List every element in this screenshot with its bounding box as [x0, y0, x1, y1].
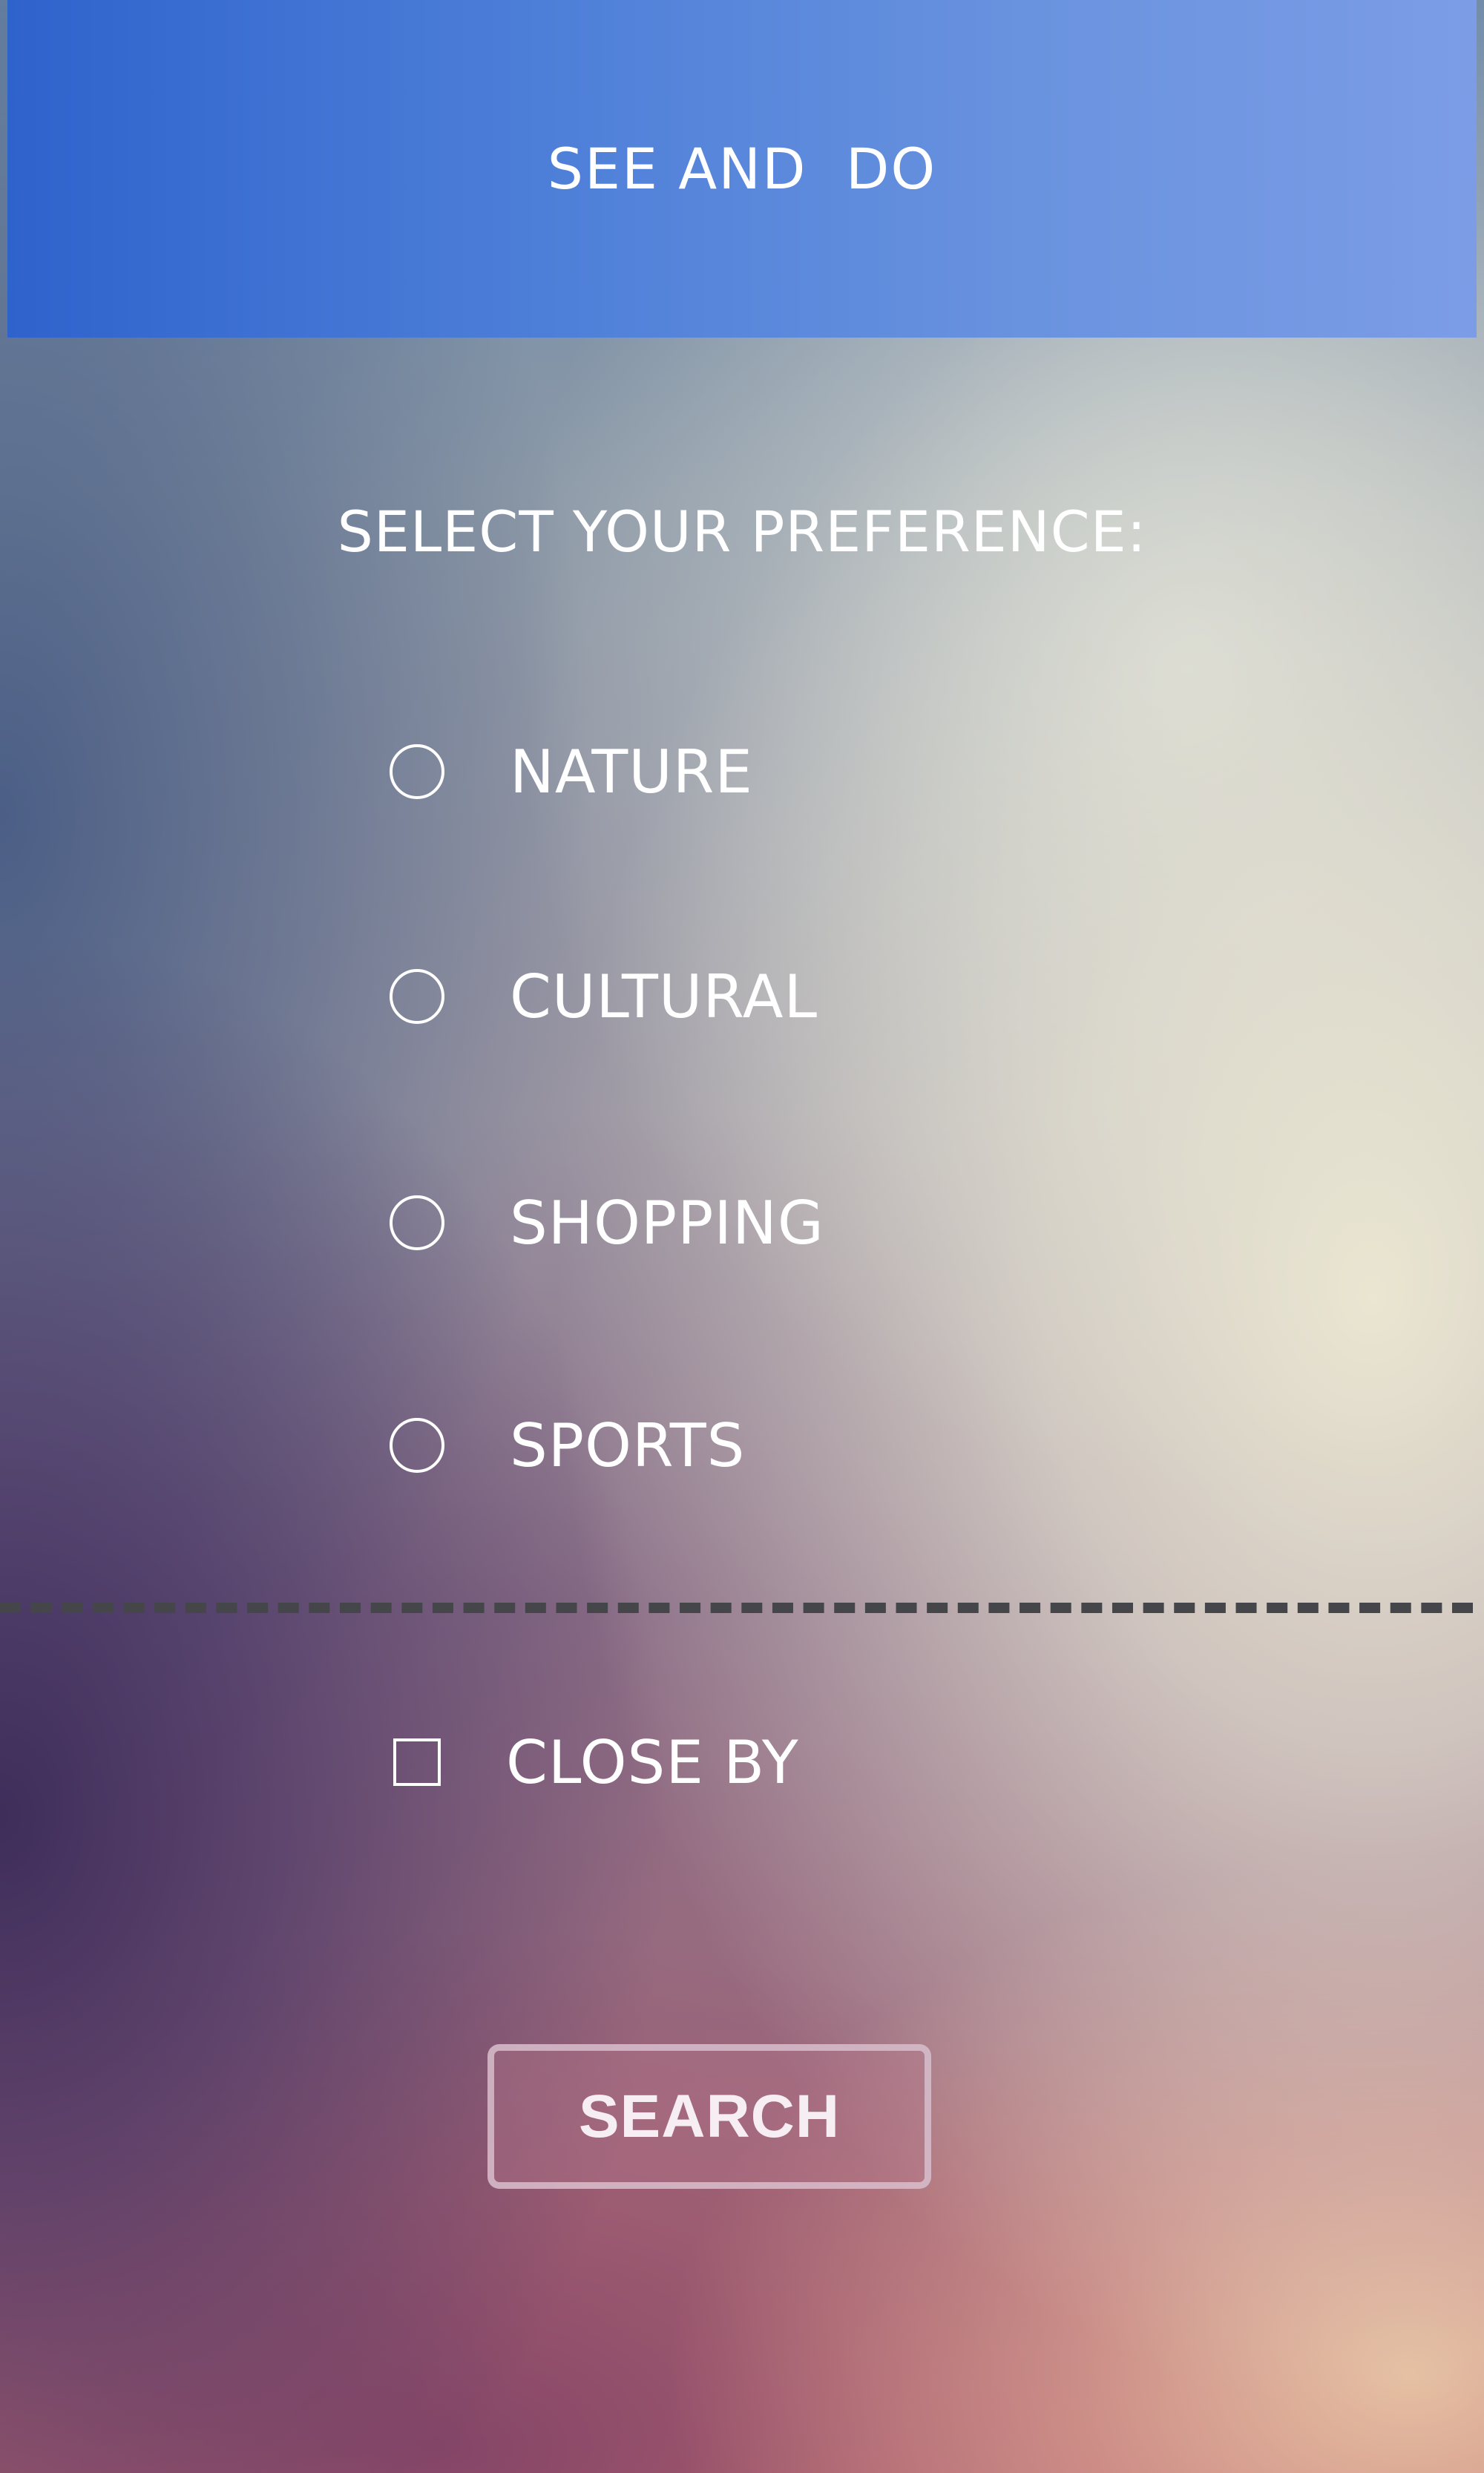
search-button[interactable]: SEARCH: [487, 2044, 931, 2189]
checkbox-label-close-by: CLOSE BY: [506, 1727, 799, 1797]
radio-label-sports: SPORTS: [510, 1410, 746, 1480]
header-bar: SEE AND DO: [7, 0, 1477, 338]
radio-option-shopping[interactable]: SHOPPING: [390, 1186, 824, 1260]
radio-circle-icon[interactable]: [390, 1195, 444, 1250]
checkbox-close-by[interactable]: CLOSE BY: [390, 1725, 799, 1799]
radio-label-nature: NATURE: [510, 737, 753, 807]
radio-option-nature[interactable]: NATURE: [390, 735, 753, 809]
checkbox-square-icon[interactable]: [393, 1738, 441, 1786]
radio-circle-icon[interactable]: [390, 1418, 444, 1473]
radio-label-shopping: SHOPPING: [510, 1188, 824, 1258]
radio-option-sports[interactable]: SPORTS: [390, 1408, 745, 1482]
app-screen: SEE AND DO SELECT YOUR PREFERENCE: NATUR…: [0, 0, 1484, 2473]
preference-prompt: SELECT YOUR PREFERENCE:: [337, 499, 1147, 565]
radio-circle-icon[interactable]: [390, 969, 444, 1024]
radio-label-cultural: CULTURAL: [510, 962, 818, 1031]
search-button-label: SEARCH: [578, 2082, 841, 2150]
radio-option-cultural[interactable]: CULTURAL: [390, 959, 818, 1034]
page-title: SEE AND DO: [547, 136, 937, 202]
section-divider: [0, 1603, 1473, 1613]
radio-circle-icon[interactable]: [390, 744, 444, 799]
